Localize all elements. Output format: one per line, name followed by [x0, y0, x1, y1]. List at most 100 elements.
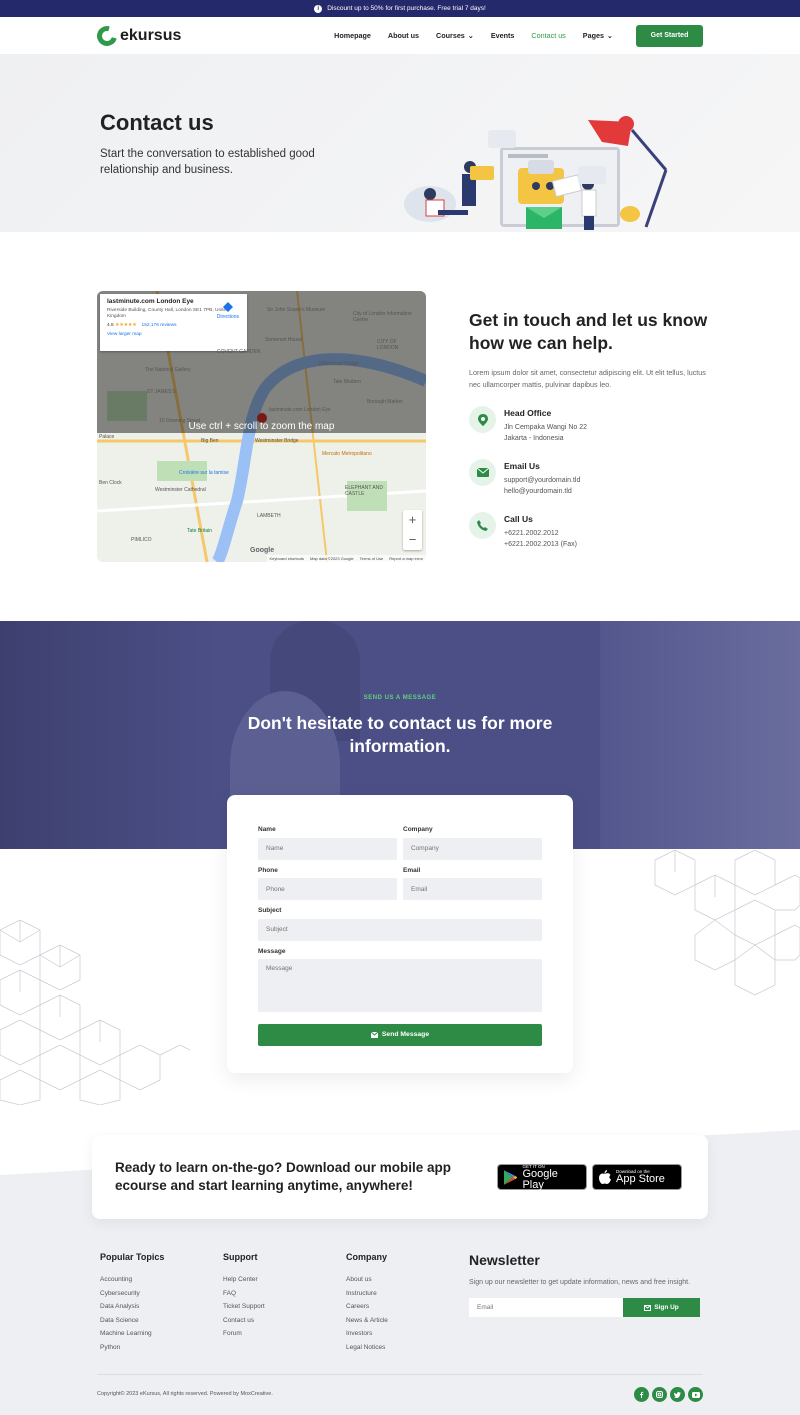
- nav-item-about[interactable]: About us: [388, 31, 419, 40]
- subject-input[interactable]: [258, 918, 542, 941]
- contact-email-link[interactable]: hello@yourdomain.tld: [504, 487, 580, 498]
- company-input[interactable]: [403, 837, 542, 860]
- page-subtitle: Start the conversation to established go…: [100, 148, 315, 176]
- contact-item-email: Email Us support@yourdomain.tld hello@yo…: [469, 459, 709, 497]
- directions-icon: [222, 302, 233, 312]
- chevron-down-icon: ⌄: [606, 31, 613, 40]
- app-download-card: Ready to learn on-the-go? Download our m…: [92, 1135, 708, 1219]
- footer-divider: [97, 1374, 703, 1375]
- cube-pattern-decoration: [654, 850, 800, 996]
- message-eyebrow: SEND US A MESSAGE: [363, 695, 437, 701]
- company-label: Company: [403, 826, 433, 833]
- map-keyboard-shortcuts[interactable]: Keyboard shortcuts: [270, 556, 304, 561]
- company-field-group: Company: [403, 826, 542, 860]
- nav-item-events[interactable]: Events: [491, 31, 515, 40]
- footer-link[interactable]: Data Science: [100, 1314, 164, 1328]
- directions-button[interactable]: Directions: [217, 302, 239, 320]
- google-play-big: Google Play: [522, 1167, 558, 1191]
- nav-item-homepage[interactable]: Homepage: [334, 31, 371, 40]
- contact-email-link[interactable]: support@yourdomain.tld: [504, 476, 580, 487]
- mail-icon: [469, 459, 496, 486]
- app-store-button[interactable]: Download on the App Store: [592, 1164, 682, 1190]
- map-embed[interactable]: Use ctrl + scroll to zoom the map lastmi…: [97, 291, 426, 562]
- newsletter-form: Sign Up: [469, 1298, 701, 1317]
- announcement-text: Discount up to 50% for first purchase. F…: [327, 5, 486, 12]
- footer-link[interactable]: Machine Learning: [100, 1327, 164, 1341]
- map-zoom-controls: + −: [403, 510, 422, 550]
- footer-link[interactable]: News & Article: [346, 1314, 388, 1328]
- footer-link[interactable]: Ticket Support: [223, 1300, 265, 1314]
- email-field-group: Email: [403, 867, 542, 900]
- nav-item-contact-label: Contact us: [531, 31, 566, 40]
- nav-item-pages[interactable]: Pages ⌄: [583, 31, 613, 40]
- contact-item-office: Head Office Jln Cempaka Wangi No 22 Jaka…: [469, 406, 709, 444]
- message-textarea[interactable]: [258, 958, 542, 1012]
- view-larger-map-link[interactable]: View larger map: [107, 332, 240, 338]
- message-label: Message: [258, 947, 286, 955]
- email-input[interactable]: [403, 878, 542, 900]
- instagram-icon[interactable]: [652, 1387, 667, 1402]
- facebook-icon[interactable]: [634, 1387, 649, 1402]
- chevron-down-icon: ⌄: [467, 31, 474, 40]
- nav-item-courses[interactable]: Courses ⌄: [436, 31, 474, 40]
- nav-item-courses-label: Courses: [436, 31, 465, 40]
- logo-mark-icon: [93, 21, 121, 50]
- sign-up-button[interactable]: Sign Up: [623, 1298, 700, 1317]
- map-rating-value: 4.5: [107, 323, 114, 328]
- map-terms-link[interactable]: Terms of Use: [360, 556, 384, 561]
- footer-link[interactable]: Help Center: [223, 1273, 265, 1287]
- google-play-button[interactable]: GET IT ON Google Play: [497, 1164, 587, 1190]
- google-logo: Google: [250, 547, 275, 554]
- message-field-group: Message: [258, 948, 542, 1017]
- nav-menu: Homepage About us Courses ⌄ Events Contac…: [334, 31, 613, 40]
- nav-item-events-label: Events: [490, 31, 515, 40]
- footer-link[interactable]: FAQ: [223, 1287, 265, 1301]
- footer-link[interactable]: Data Analysis: [100, 1300, 164, 1314]
- contact-item-title: Head Office: [504, 408, 552, 418]
- get-started-button[interactable]: Get Started: [636, 24, 703, 47]
- phone-label: Phone: [258, 866, 278, 874]
- phone-input[interactable]: [258, 878, 397, 900]
- mail-icon: [644, 1304, 652, 1311]
- footer-link[interactable]: Cybersecurity: [100, 1287, 164, 1301]
- footer-link[interactable]: Careers: [346, 1300, 388, 1314]
- name-input[interactable]: [258, 837, 397, 860]
- logo[interactable]: ekursus: [93, 21, 181, 50]
- send-message-label: Send Message: [381, 1031, 430, 1038]
- banner-photo-shade: [600, 621, 800, 849]
- twitter-icon[interactable]: [670, 1387, 685, 1402]
- footer-link[interactable]: About us: [346, 1273, 388, 1287]
- google-play-icon: [504, 1169, 518, 1185]
- contact-section: Use ctrl + scroll to zoom the map lastmi…: [0, 232, 800, 622]
- footer-link[interactable]: Python: [100, 1341, 164, 1355]
- footer-link[interactable]: Forum: [223, 1327, 265, 1341]
- map-place-card: lastminute.com London Eye Riverside Buil…: [100, 294, 247, 351]
- star-rating-icon: ★★★★★: [115, 323, 137, 328]
- contact-lead: Lorem ipsum dolor sit amet, consectetur …: [469, 368, 706, 389]
- youtube-icon[interactable]: [688, 1387, 703, 1402]
- zoom-out-button[interactable]: −: [403, 530, 422, 550]
- hero: Contact us Start the conversation to est…: [0, 54, 800, 232]
- map-attribution: Keyboard shortcuts Map data ©2023 Google…: [266, 555, 426, 562]
- newsletter-email-input[interactable]: [469, 1298, 623, 1317]
- contact-phone-link[interactable]: +6221.2002.2012: [504, 529, 577, 540]
- map-reviews-link[interactable]: 152,176 reviews: [142, 323, 177, 328]
- page-title: Contact us: [100, 110, 214, 135]
- footer-link[interactable]: Legal Notices: [346, 1341, 388, 1355]
- send-message-button[interactable]: Send Message: [258, 1023, 542, 1046]
- newsletter-text: Sign up our newsletter to get update inf…: [469, 1279, 691, 1286]
- footer-column-title: Company: [346, 1252, 388, 1262]
- contact-item-line: Jakarta - Indonesia: [504, 434, 564, 442]
- name-field-group: Name: [258, 826, 397, 860]
- footer-link[interactable]: Investors: [346, 1327, 388, 1341]
- footer-link[interactable]: Accounting: [100, 1273, 164, 1287]
- subject-label: Subject: [258, 907, 282, 914]
- nav-item-contact[interactable]: Contact us: [531, 31, 565, 40]
- contact-phone-link[interactable]: +6221.2002.2013 (Fax): [504, 540, 577, 551]
- footer-link[interactable]: Contact us: [223, 1314, 265, 1328]
- location-pin-icon: [469, 406, 496, 433]
- zoom-in-button[interactable]: +: [403, 510, 422, 530]
- footer-link[interactable]: Instructure: [346, 1287, 388, 1301]
- map-report-link[interactable]: Report a map error: [389, 556, 423, 561]
- main-nav: ekursus Homepage About us Courses ⌄ Event…: [0, 17, 800, 54]
